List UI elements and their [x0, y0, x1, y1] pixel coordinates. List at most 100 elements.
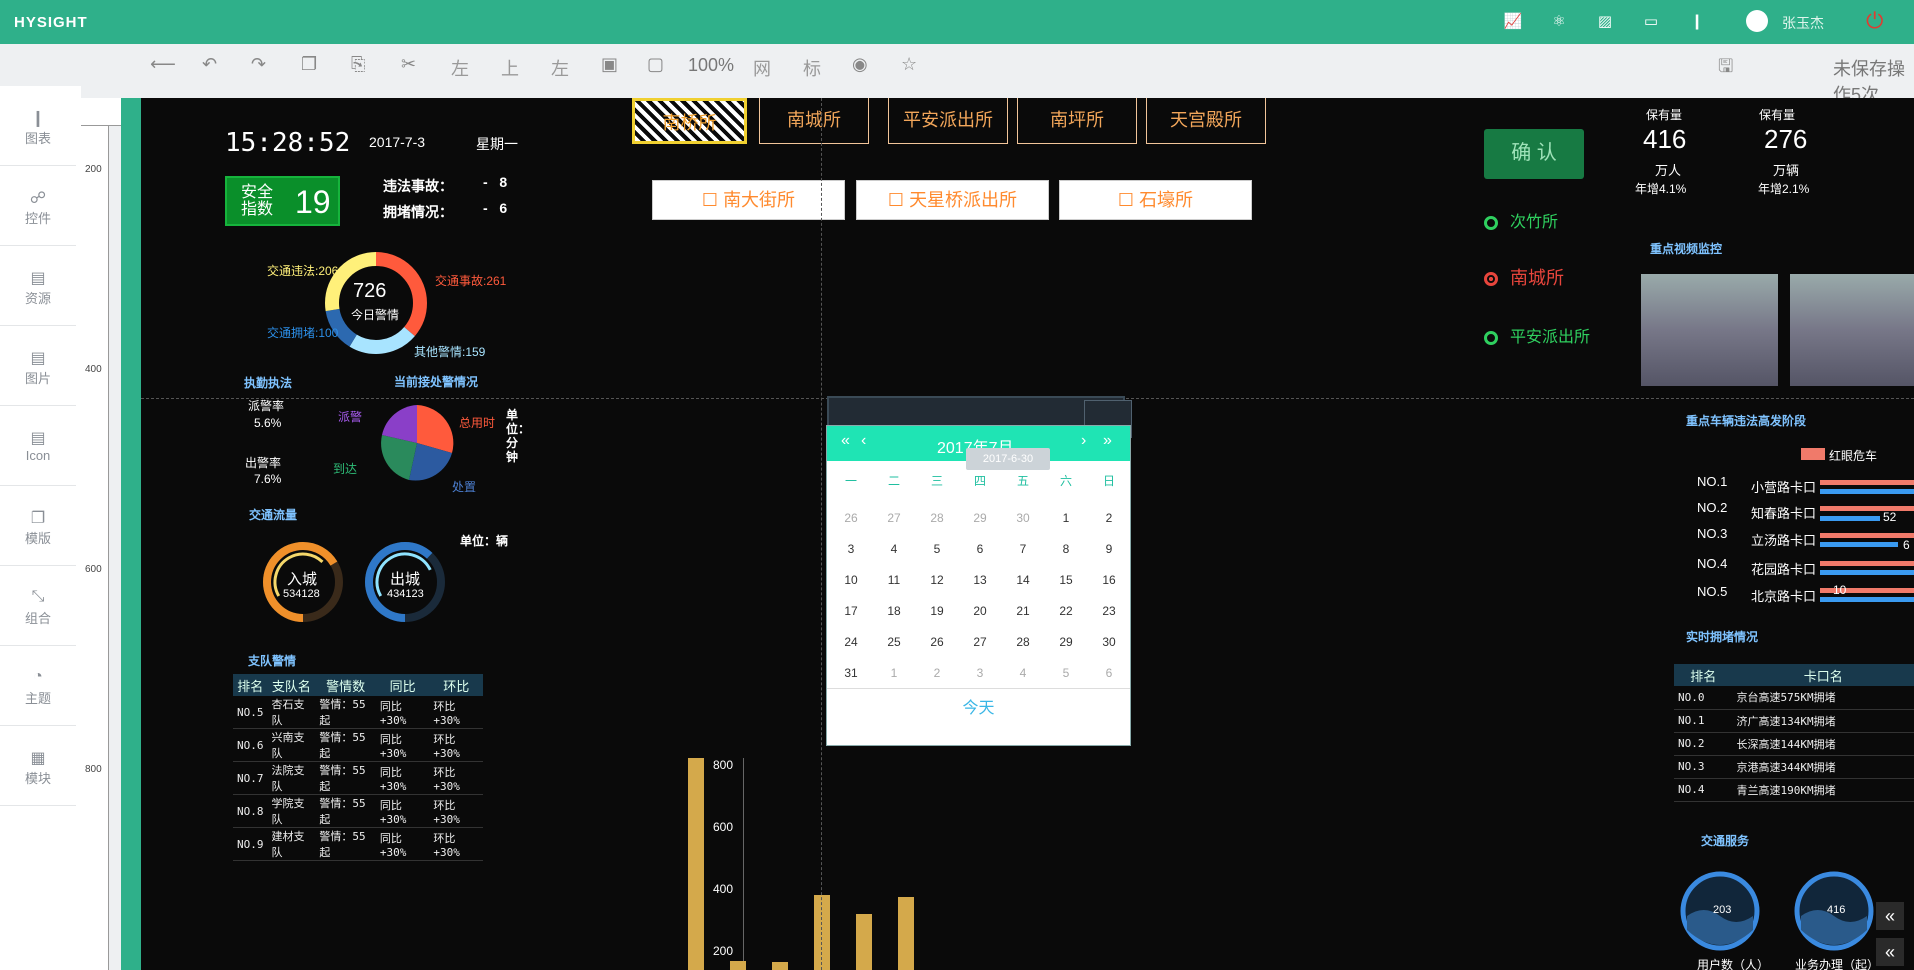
sidebar-item-template[interactable]: ❐ 模版 — [0, 486, 76, 566]
sidebar-item-module[interactable]: ▦ 模块 — [0, 726, 76, 806]
sidebar-item-control[interactable]: ☍ 控件 — [0, 166, 76, 246]
date-cell[interactable]: 25 — [873, 628, 915, 656]
sidebar-item-image[interactable]: ▤ 图片 — [0, 326, 76, 406]
date-cell[interactable]: 9 — [1088, 535, 1130, 563]
prev-month-button[interactable]: ‹ — [861, 432, 866, 450]
fit-icon[interactable]: ▣ — [601, 54, 618, 75]
preview-icon[interactable]: ◉ — [852, 54, 868, 75]
user-name[interactable]: 张玉杰 — [1782, 13, 1824, 33]
paste-icon[interactable]: ⎘ — [351, 54, 365, 75]
date-cell[interactable]: 23 — [1088, 597, 1130, 625]
sidebar-item-theme[interactable]: ◔ 主题 — [0, 646, 76, 726]
station-button[interactable]: ☐ 天星桥派出所 — [856, 180, 1049, 220]
date-cell[interactable]: 24 — [830, 628, 872, 656]
date-cell[interactable]: 30 — [1002, 504, 1044, 532]
date-cell[interactable]: 6 — [959, 535, 1001, 563]
collapse-icon[interactable]: « — [1876, 902, 1904, 930]
sidebar-item-resource[interactable]: ▤ 资源 — [0, 246, 76, 326]
power-icon[interactable]: ⏻ — [1866, 8, 1883, 34]
date-cell[interactable]: 29 — [959, 504, 1001, 532]
date-cell[interactable]: 19 — [916, 597, 958, 625]
station-button[interactable]: ☐ 南大街所 — [652, 180, 845, 220]
image-icon: ▤ — [30, 350, 46, 367]
sidebar-item-combine[interactable]: ⤡ 组合 — [0, 566, 76, 646]
date-cell[interactable]: 27 — [959, 628, 1001, 656]
date-cell[interactable]: 3 — [959, 659, 1001, 687]
zoom-level[interactable]: 100% — [688, 55, 734, 76]
video-thumbnail[interactable] — [1641, 274, 1778, 386]
date-cell[interactable]: 15 — [1045, 566, 1087, 594]
date-cell[interactable]: 30 — [1088, 628, 1130, 656]
radio-option[interactable]: 平安派出所 — [1484, 323, 1590, 347]
bars-icon[interactable]: ❙ — [1686, 12, 1708, 32]
save-icon[interactable]: 🖫 — [1718, 54, 1733, 84]
redo-icon[interactable]: ↷ — [251, 54, 266, 75]
date-cell[interactable]: 11 — [873, 566, 915, 594]
date-cell[interactable]: 5 — [916, 535, 958, 563]
date-cell[interactable]: 6 — [1088, 659, 1130, 687]
date-cell[interactable]: 28 — [1002, 628, 1044, 656]
station-tab[interactable]: 南坪所 — [1017, 98, 1137, 144]
atom-icon[interactable]: ⚛ — [1548, 12, 1570, 32]
date-cell[interactable]: 8 — [1045, 535, 1087, 563]
align-right-button[interactable]: 左 — [551, 55, 569, 81]
collapse-icon[interactable]: « — [1876, 938, 1904, 966]
date-cell[interactable]: 20 — [959, 597, 1001, 625]
date-cell[interactable]: 10 — [830, 566, 872, 594]
rank-bar — [1820, 570, 1914, 575]
cut-icon[interactable]: ✂ — [401, 54, 416, 75]
puzzle-icon[interactable]: ▨ — [1594, 12, 1616, 32]
date-cell[interactable]: 16 — [1088, 566, 1130, 594]
undo-icon[interactable]: ↶ — [202, 54, 217, 75]
today-button[interactable]: 今天 — [827, 694, 1130, 718]
date-cell[interactable]: 13 — [959, 566, 1001, 594]
station-button[interactable]: ☐ 石壕所 — [1059, 180, 1252, 220]
radio-circle — [1484, 330, 1498, 345]
date-cell[interactable]: 1 — [1045, 504, 1087, 532]
align-left-button[interactable]: 左 — [451, 55, 469, 81]
star-icon[interactable]: ☆ — [901, 54, 917, 75]
date-cell[interactable]: 5 — [1045, 659, 1087, 687]
date-cell[interactable]: 26 — [830, 504, 872, 532]
date-cell[interactable]: 2 — [1088, 504, 1130, 532]
date-cell[interactable]: 12 — [916, 566, 958, 594]
monitor-icon[interactable]: ▭ — [1640, 12, 1662, 32]
station-tab[interactable]: 天宫殿所 — [1146, 98, 1266, 144]
avatar[interactable] — [1746, 10, 1768, 32]
copy-icon[interactable]: ❐ — [301, 54, 317, 75]
video-thumbnail[interactable] — [1790, 274, 1914, 386]
confirm-button[interactable]: 确 认 — [1484, 129, 1584, 179]
date-cell[interactable]: 28 — [916, 504, 958, 532]
date-cell[interactable]: 27 — [873, 504, 915, 532]
date-cell[interactable]: 26 — [916, 628, 958, 656]
date-cell[interactable]: 22 — [1045, 597, 1087, 625]
radio-option-selected[interactable]: 南城所 — [1484, 264, 1564, 290]
date-cell[interactable]: 2 — [916, 659, 958, 687]
resize-icon[interactable]: ▢ — [647, 54, 664, 75]
sidebar-item-icon[interactable]: ▤ Icon — [0, 406, 76, 486]
date-cell[interactable]: 18 — [873, 597, 915, 625]
date-cell[interactable]: 29 — [1045, 628, 1087, 656]
date-cell[interactable]: 17 — [830, 597, 872, 625]
date-cell[interactable]: 21 — [1002, 597, 1044, 625]
date-cell[interactable]: 4 — [1002, 659, 1044, 687]
chart-icon[interactable]: 📈 — [1502, 12, 1524, 32]
station-tab[interactable]: 平安派出所 — [888, 98, 1008, 144]
prev-year-button[interactable]: « — [841, 432, 850, 450]
date-cell[interactable]: 1 — [873, 659, 915, 687]
date-cell[interactable]: 3 — [830, 535, 872, 563]
next-month-button[interactable]: › — [1081, 432, 1086, 450]
station-tab[interactable]: 南城所 — [759, 98, 869, 144]
date-cell[interactable]: 7 — [1002, 535, 1044, 563]
date-cell[interactable]: 14 — [1002, 566, 1044, 594]
align-top-button[interactable]: 上 — [501, 55, 519, 81]
label-toggle[interactable]: 标 — [803, 55, 821, 81]
back-icon[interactable]: ⟵ — [150, 54, 176, 75]
date-cell[interactable]: 4 — [873, 535, 915, 563]
date-cell[interactable]: 31 — [830, 659, 872, 687]
sidebar-item-chart[interactable]: ❙ 图表 — [0, 86, 76, 166]
radio-option[interactable]: 次竹所 — [1484, 208, 1558, 232]
next-year-button[interactable]: » — [1103, 432, 1112, 450]
station-tab-selected[interactable]: 南桥所 — [632, 98, 747, 144]
grid-toggle[interactable]: 网 — [753, 55, 771, 81]
